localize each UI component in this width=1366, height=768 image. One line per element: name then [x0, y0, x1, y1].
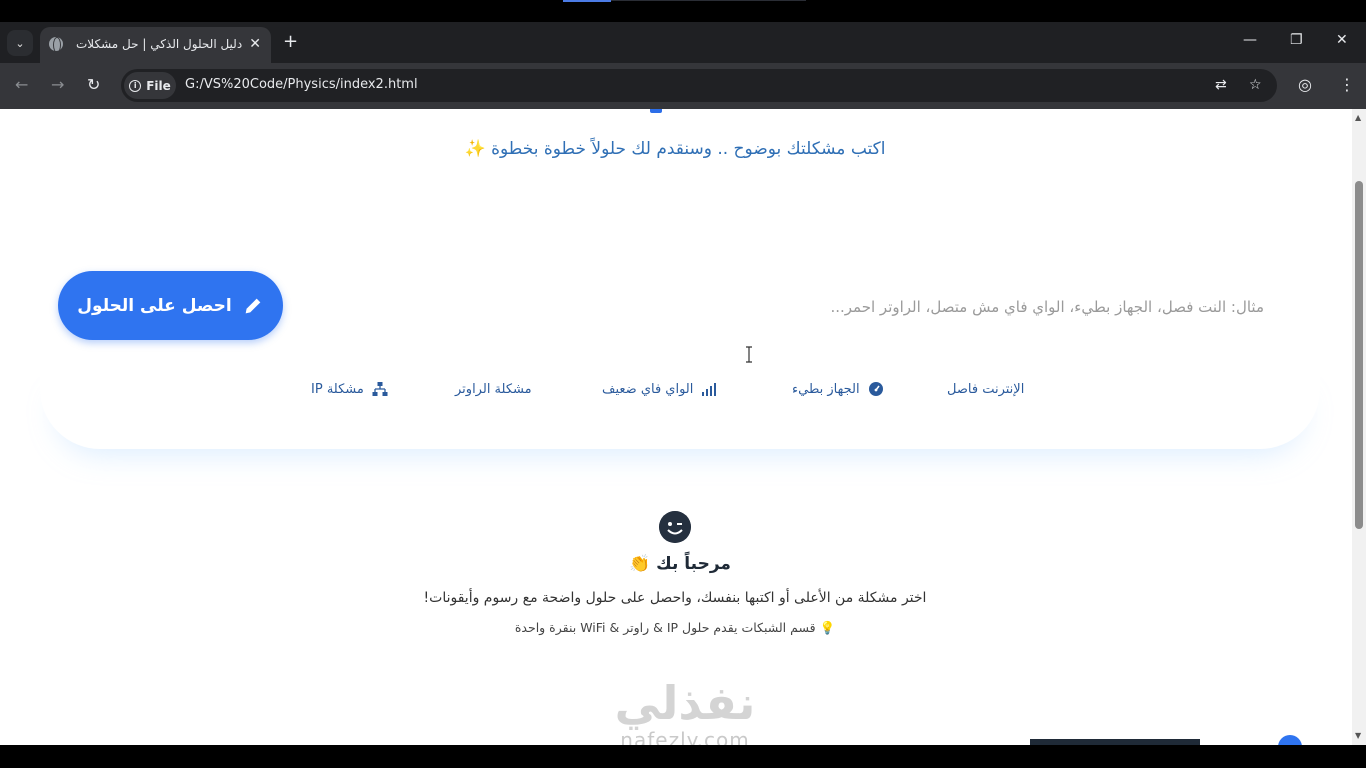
chip-slow-device[interactable]: الجهاز بطيء: [792, 379, 884, 399]
pencil-icon: [245, 298, 261, 313]
chip-label: الجهاز بطيء: [792, 381, 860, 397]
page-viewport: اكتب مشكلتك بوضوح .. وسنقدم لك حلولاً خط…: [0, 109, 1352, 745]
tab-title: دليل الحلول الذكي | حل مشكلات: [76, 37, 243, 51]
welcome-tip-text: قسم الشبكات يقدم حلول IP & راوتر & WiFi …: [514, 620, 816, 635]
chip-router-problem[interactable]: مشكلة الراوتر: [455, 379, 532, 399]
url-text[interactable]: G:/VS%20Code/Physics/index2.html: [185, 77, 418, 92]
chip-label: الواي فاي ضعيف: [602, 381, 694, 397]
search-card: [40, 359, 1320, 449]
signal-icon: [702, 383, 717, 396]
speedometer-icon: [868, 382, 883, 396]
chevron-down-icon: ⌄: [15, 36, 25, 50]
address-bar[interactable]: i File G:/VS%20Code/Physics/index2.html …: [121, 69, 1277, 102]
minimize-button[interactable]: —: [1243, 32, 1257, 48]
problem-input[interactable]: [300, 289, 1270, 325]
lightbulb-icon: 💡: [819, 620, 836, 635]
top-indicator: [563, 0, 611, 2]
scheme-label: File: [146, 78, 171, 93]
info-icon: i: [129, 79, 142, 92]
page-scrollbar[interactable]: ▲ ▼: [1352, 109, 1366, 745]
chip-internet-down[interactable]: الإنترنت فاصل: [947, 379, 1024, 399]
close-window-button[interactable]: ✕: [1336, 32, 1348, 48]
top-indicator-track: [611, 0, 806, 1]
chip-label: الإنترنت فاصل: [947, 381, 1025, 397]
wink-face-icon: [659, 511, 691, 543]
browser-chrome: ⌄ دليل الحلول الذكي | حل مشكلات ✕ + — ❐ …: [0, 22, 1366, 109]
welcome-description: اختر مشكلة من الأعلى أو اكتبها بنفسك، وا…: [423, 590, 927, 606]
welcome-title: مرحباً بك 👏: [629, 554, 731, 574]
chip-ip-problem[interactable]: مشكلة IP: [311, 379, 388, 399]
get-solutions-button[interactable]: احصل على الحلول: [58, 271, 283, 340]
watermark-logo: نفذلي: [614, 676, 756, 730]
translate-icon[interactable]: ⇄: [1215, 77, 1227, 93]
screen-top-edge: [0, 0, 1366, 22]
network-icon: [372, 382, 388, 396]
header-icon-partial: [650, 109, 662, 113]
globe-icon: [1278, 735, 1302, 745]
get-solutions-label: احصل على الحلول: [77, 295, 232, 316]
tab-strip: ⌄ دليل الحلول الذكي | حل مشكلات ✕ + — ❐ …: [0, 22, 1366, 63]
scroll-down-arrow-icon[interactable]: ▼: [1355, 731, 1361, 740]
subtitle-text: اكتب مشكلتك بوضوح .. وسنقدم لك حلولاً خط…: [491, 139, 886, 159]
scrollbar-thumb[interactable]: [1355, 181, 1363, 529]
new-tab-button[interactable]: +: [283, 31, 298, 52]
forward-arrow-icon[interactable]: →: [51, 75, 64, 94]
page-subtitle: اكتب مشكلتك بوضوح .. وسنقدم لك حلولاً خط…: [440, 139, 910, 159]
restore-button[interactable]: ❐: [1290, 32, 1303, 48]
browser-tab-active[interactable]: دليل الحلول الذكي | حل مشكلات ✕: [40, 27, 271, 63]
site-info-button[interactable]: i File: [124, 72, 176, 99]
scroll-up-arrow-icon[interactable]: ▲: [1355, 113, 1361, 122]
back-arrow-icon[interactable]: ←: [15, 75, 28, 94]
chip-label: مشكلة الراوتر: [455, 381, 532, 397]
menu-kebab-icon[interactable]: ⋮: [1339, 75, 1355, 94]
quick-problem-chips: الإنترنت فاصل الجهاز بطيء الواي فاي ضعيف…: [0, 379, 1352, 399]
bookmark-star-icon[interactable]: ☆: [1249, 77, 1262, 93]
chip-label: مشكلة IP: [311, 381, 364, 397]
watermark: نفذلي nafezly.com: [590, 677, 780, 745]
text-cursor-icon: [746, 346, 752, 363]
tab-search-button[interactable]: ⌄: [7, 30, 33, 56]
reload-icon[interactable]: ↻: [87, 75, 100, 94]
welcome-tip: 💡 قسم الشبكات يقدم حلول IP & راوتر & WiF…: [400, 620, 950, 636]
globe-favicon-icon: [49, 37, 63, 53]
screen-bottom-edge: [0, 745, 1366, 768]
close-tab-icon[interactable]: ✕: [249, 36, 261, 52]
next-section-heading-partial: [1030, 737, 1270, 745]
profile-icon[interactable]: ◎: [1298, 75, 1312, 94]
watermark-url: nafezly.com: [620, 728, 750, 745]
chip-weak-wifi[interactable]: الواي فاي ضعيف: [602, 379, 717, 399]
browser-toolbar: ← → ↻ i File G:/VS%20Code/Physics/index2…: [0, 63, 1366, 109]
sparkles-icon: ✨: [464, 139, 486, 159]
